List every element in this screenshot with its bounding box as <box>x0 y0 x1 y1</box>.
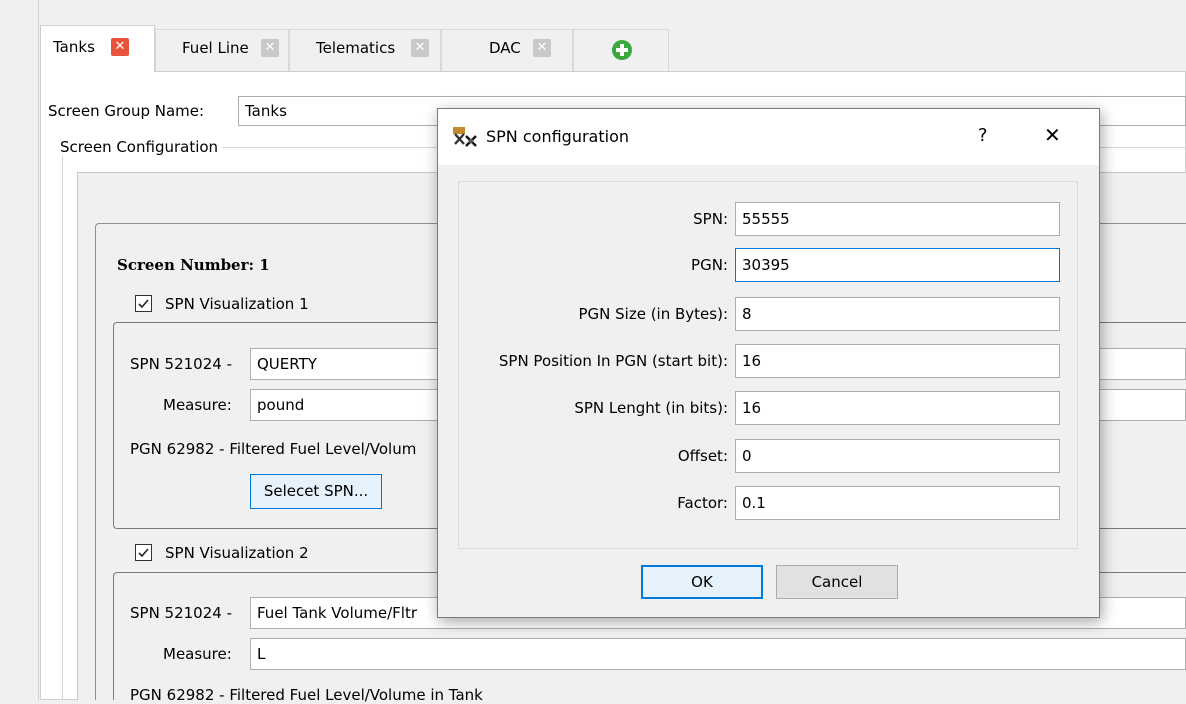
add-tab-button[interactable] <box>573 29 669 71</box>
screen-configuration-label: Screen Configuration <box>60 138 223 156</box>
spn-label: SPN 521024 - <box>130 355 232 373</box>
spn-input[interactable]: 55555 <box>735 202 1060 236</box>
spn-length-label: SPN Lenght (in bits): <box>574 399 728 417</box>
help-button[interactable]: ? <box>978 125 988 146</box>
factor-input[interactable]: 0.1 <box>735 486 1060 520</box>
screen-group-label: Screen Group Name: <box>48 102 205 120</box>
close-dialog-button[interactable]: ✕ <box>1044 123 1061 147</box>
screen-number-title: Screen Number: 1 <box>117 256 270 274</box>
spn-visualization-2-label: SPN Visualization 2 <box>165 544 309 562</box>
app-icon <box>453 127 477 147</box>
spn-visualization-2-checkbox[interactable] <box>135 544 152 561</box>
tab-label: DAC <box>489 39 521 57</box>
close-tab-icon[interactable]: ✕ <box>261 39 279 57</box>
select-spn-button[interactable]: Selecet SPN... <box>250 474 382 509</box>
ok-button[interactable]: OK <box>641 565 763 599</box>
spn-label: SPN 521024 - <box>130 604 232 622</box>
spn-visualization-1-label: SPN Visualization 1 <box>165 295 309 313</box>
check-icon <box>138 548 149 558</box>
tab-label: Telematics <box>316 39 396 57</box>
dialog-title-bar[interactable]: SPN configuration ? ✕ <box>438 109 1099 165</box>
spn-length-input[interactable]: 16 <box>735 391 1060 425</box>
factor-label: Factor: <box>677 494 728 512</box>
pgn-field-label: PGN: <box>691 256 728 274</box>
close-tab-icon[interactable]: ✕ <box>411 39 429 57</box>
check-icon <box>138 299 149 309</box>
spn-position-input[interactable]: 16 <box>735 344 1060 378</box>
pgn-description: PGN 62982 - Filtered Fuel Level/Volum <box>130 440 417 458</box>
tab-telematics[interactable]: Telematics ✕ <box>289 29 441 71</box>
spn-visualization-1-checkbox[interactable] <box>135 295 152 312</box>
pgn-description: PGN 62982 - Filtered Fuel Level/Volume i… <box>130 686 483 704</box>
tab-tanks[interactable]: Tanks ✕ <box>40 25 155 72</box>
tab-dac[interactable]: DAC ✕ <box>441 29 573 71</box>
close-tab-icon[interactable]: ✕ <box>111 38 129 56</box>
offset-label: Offset: <box>677 447 728 465</box>
tab-label: Fuel Line <box>182 39 249 57</box>
cancel-button[interactable]: Cancel <box>776 565 898 599</box>
tab-label: Tanks <box>53 38 95 56</box>
pgn-size-label: PGN Size (in Bytes): <box>578 305 728 323</box>
pgn-input[interactable]: 30395 <box>735 248 1060 282</box>
pgn-size-input[interactable]: 8 <box>735 297 1060 331</box>
spn-position-label: SPN Position In PGN (start bit): <box>498 352 728 370</box>
offset-input[interactable]: 0 <box>735 439 1060 473</box>
measure-label: Measure: <box>163 396 232 414</box>
measure-label: Measure: <box>163 645 232 663</box>
spn-field-label: SPN: <box>693 210 728 228</box>
close-tab-icon[interactable]: ✕ <box>533 39 551 57</box>
spn-configuration-dialog: SPN configuration ? ✕ SPN: 55555 PGN: 30… <box>437 108 1100 618</box>
measure-input[interactable]: L <box>250 638 1186 670</box>
tab-fuel-line[interactable]: Fuel Line ✕ <box>155 29 289 71</box>
dialog-title: SPN configuration <box>486 127 629 146</box>
tab-bar: Tanks ✕ Fuel Line ✕ Telematics ✕ DAC ✕ <box>40 25 1186 72</box>
plus-circle-icon <box>612 40 632 60</box>
